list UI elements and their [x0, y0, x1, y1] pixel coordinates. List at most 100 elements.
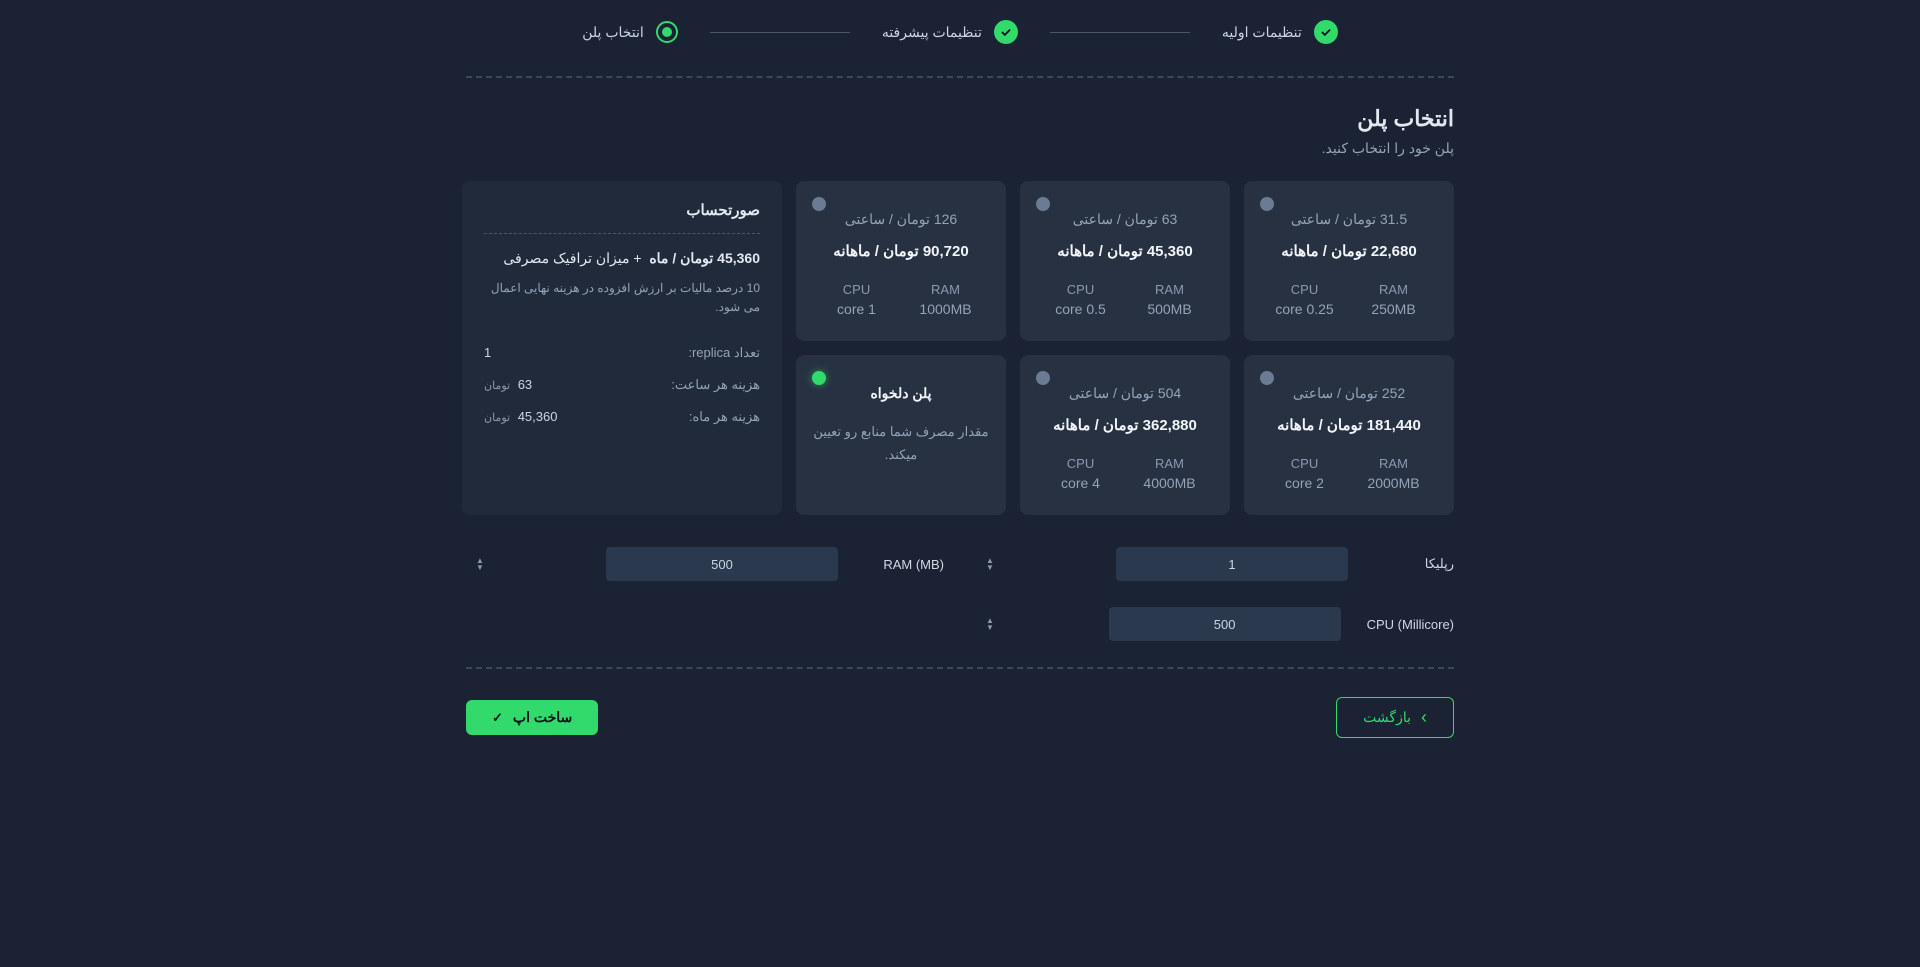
page-title: انتخاب پلن [466, 106, 1454, 132]
divider [466, 667, 1454, 669]
form-row-2: CPU (Millicore) ▲▼ [466, 607, 1454, 641]
ram-label: RAM [1349, 282, 1438, 297]
ram-field: RAM (MB) ▲▼ [466, 547, 944, 581]
stepper-icon[interactable]: ▲▼ [986, 557, 994, 571]
radio-icon [1036, 197, 1050, 211]
plan-card[interactable]: 252 تومان / ساعتی 181,440 تومان / ماهانه… [1244, 355, 1454, 515]
ram-label: RAM [901, 282, 990, 297]
ram-value: 500MB [1125, 301, 1214, 317]
billing-row-monthly: هزینه هر ماه: 45,360 تومان [484, 409, 760, 425]
custom-plan-card[interactable]: پلن دلخواه مقدار مصرف شما منابع رو تعیین… [796, 355, 1006, 515]
billing-panel: صورتحساب 45,360 تومان / ماه + میزان تراف… [462, 181, 782, 515]
billing-hourly-value: 63 [518, 377, 532, 392]
footer-actions: بازگشت ساخت اپ [466, 697, 1454, 738]
billing-row-replica: تعداد replica: 1 [484, 345, 760, 361]
cpu-value: 2 core [1260, 475, 1349, 491]
ram-label: RAM [1125, 456, 1214, 471]
page-subtitle: پلن خود را انتخاب کنید. [466, 140, 1454, 157]
radio-icon [812, 197, 826, 211]
plan-hourly-price: 504 تومان / ساعتی [1036, 385, 1214, 402]
plans-grid: 31.5 تومان / ساعتی 22,680 تومان / ماهانه… [466, 181, 1454, 515]
billing-row-hourly: هزینه هر ساعت: 63 تومان [484, 377, 760, 393]
step-label: تنظیمات پیشرفته [882, 24, 982, 41]
create-app-button[interactable]: ساخت اپ [466, 700, 598, 735]
billing-title: صورتحساب [484, 201, 760, 219]
plan-monthly-price: 22,680 تومان / ماهانه [1260, 242, 1438, 260]
ram-label: RAM [1349, 456, 1438, 471]
plan-hourly-price: 252 تومان / ساعتی [1260, 385, 1438, 402]
replica-field: رپلیکا ▲▼ [976, 547, 1454, 581]
create-button-label: ساخت اپ [513, 709, 572, 726]
plan-card[interactable]: 63 تومان / ساعتی 45,360 تومان / ماهانه R… [1020, 181, 1230, 341]
ram-input[interactable] [606, 547, 838, 581]
plan-monthly-price: 90,720 تومان / ماهانه [812, 242, 990, 260]
cpu-label: CPU [1036, 456, 1125, 471]
billing-total-value: 45,360 تومان / ماه [649, 250, 760, 266]
stepper-icon[interactable]: ▲▼ [986, 617, 994, 631]
radio-icon [1260, 371, 1274, 385]
divider [484, 233, 760, 234]
check-icon [1314, 20, 1338, 44]
plan-card[interactable]: 504 تومان / ساعتی 362,880 تومان / ماهانه… [1020, 355, 1230, 515]
cpu-value: 4 core [1036, 475, 1125, 491]
stepper-icon[interactable]: ▲▼ [476, 557, 484, 571]
stepper: تنظیمات اولیه تنظیمات پیشرفته انتخاب پلن [466, 20, 1454, 44]
chevron-right-icon [1421, 707, 1427, 728]
ram-label: RAM [1125, 282, 1214, 297]
billing-replica-value: 1 [484, 345, 491, 361]
cpu-label: CPU (Millicore) [1367, 617, 1454, 632]
cpu-field: CPU (Millicore) ▲▼ [976, 607, 1454, 641]
current-step-icon [656, 21, 678, 43]
radio-selected-icon [812, 371, 826, 385]
plan-monthly-price: 181,440 تومان / ماهانه [1260, 416, 1438, 434]
back-button-label: بازگشت [1363, 709, 1411, 726]
billing-hourly-label: هزینه هر ساعت: [671, 377, 760, 393]
step-label: انتخاب پلن [582, 24, 644, 41]
step-divider [710, 32, 850, 33]
cpu-label: CPU [1260, 282, 1349, 297]
plan-hourly-price: 31.5 تومان / ساعتی [1260, 211, 1438, 228]
check-icon [492, 709, 503, 726]
plan-monthly-price: 45,360 تومان / ماهانه [1036, 242, 1214, 260]
cpu-label: CPU [1036, 282, 1125, 297]
billing-replica-label: تعداد replica: [688, 345, 760, 361]
billing-tax-note: 10 درصد مالیات بر ارزش افزوده در هزینه ن… [484, 279, 760, 317]
plan-hourly-price: 126 تومان / ساعتی [812, 211, 990, 228]
cpu-value: 0.25 core [1260, 301, 1349, 317]
step-advanced-settings[interactable]: تنظیمات پیشرفته [882, 20, 1018, 44]
radio-icon [1036, 371, 1050, 385]
cpu-value: 1 core [812, 301, 901, 317]
step-divider [1050, 32, 1190, 33]
cpu-label: CPU [812, 282, 901, 297]
back-button[interactable]: بازگشت [1336, 697, 1454, 738]
cpu-label: CPU [1260, 456, 1349, 471]
ram-value: 250MB [1349, 301, 1438, 317]
billing-total: 45,360 تومان / ماه + میزان ترافیک مصرفی [484, 250, 760, 267]
ram-value: 2000MB [1349, 475, 1438, 491]
custom-plan-title: پلن دلخواه [812, 385, 990, 402]
divider [466, 76, 1454, 78]
replica-label: رپلیکا [1374, 556, 1454, 572]
form-row-1: رپلیکا ▲▼ RAM (MB) ▲▼ [466, 547, 1454, 581]
plan-card[interactable]: 31.5 تومان / ساعتی 22,680 تومان / ماهانه… [1244, 181, 1454, 341]
cpu-value: 0.5 core [1036, 301, 1125, 317]
cpu-input[interactable] [1109, 607, 1341, 641]
replica-input[interactable] [1116, 547, 1348, 581]
step-initial-settings[interactable]: تنظیمات اولیه [1222, 20, 1338, 44]
ram-label: RAM (MB) [864, 557, 944, 572]
billing-hourly-unit: تومان [484, 380, 510, 392]
plan-hourly-price: 63 تومان / ساعتی [1036, 211, 1214, 228]
billing-monthly-label: هزینه هر ماه: [689, 409, 760, 425]
ram-value: 1000MB [901, 301, 990, 317]
radio-icon [1260, 197, 1274, 211]
step-plan-selection[interactable]: انتخاب پلن [582, 21, 678, 43]
custom-plan-desc: مقدار مصرف شما منابع رو تعیین میکند. [812, 420, 990, 467]
billing-monthly-value: 45,360 [518, 409, 558, 424]
check-icon [994, 20, 1018, 44]
step-label: تنظیمات اولیه [1222, 24, 1302, 41]
billing-total-suffix: + میزان ترافیک مصرفی [503, 250, 641, 266]
plan-monthly-price: 362,880 تومان / ماهانه [1036, 416, 1214, 434]
billing-monthly-unit: تومان [484, 412, 510, 424]
ram-value: 4000MB [1125, 475, 1214, 491]
plan-card[interactable]: 126 تومان / ساعتی 90,720 تومان / ماهانه … [796, 181, 1006, 341]
